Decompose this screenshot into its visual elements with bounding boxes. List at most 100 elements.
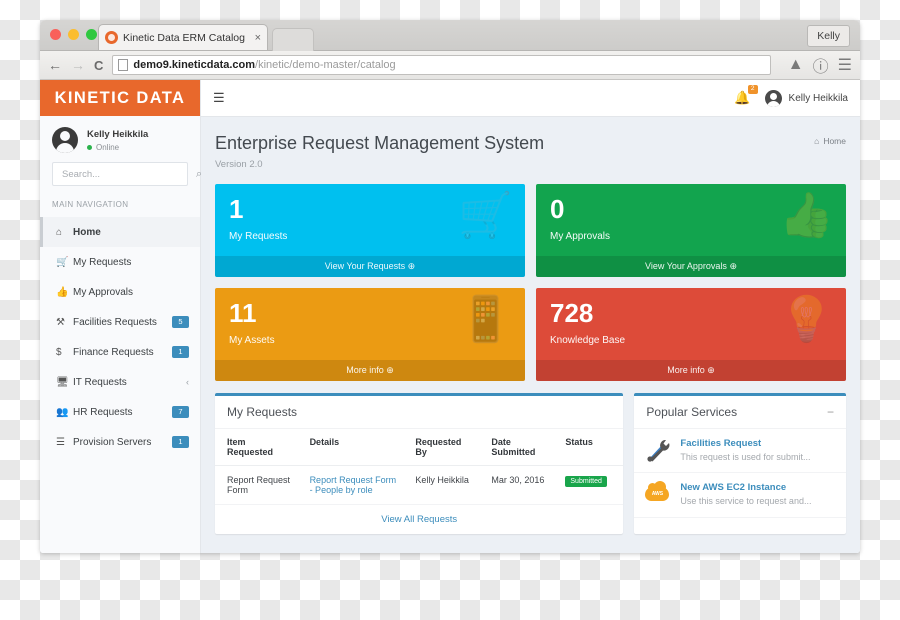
maximize-window-button[interactable] xyxy=(86,29,97,40)
reload-icon[interactable]: C xyxy=(94,59,103,72)
address-bar-url: demo9.kineticdata.com/kinetic/demo-maste… xyxy=(133,59,395,71)
tile-footer-link[interactable]: View Your Requests ⊕ xyxy=(215,256,525,277)
address-bar[interactable]: demo9.kineticdata.com/kinetic/demo-maste… xyxy=(112,55,771,75)
arrow-circle-icon: ⊕ xyxy=(729,261,737,271)
sidebar-user-status-label: Online xyxy=(96,142,120,152)
people-icon: 👥 xyxy=(56,406,69,418)
panel-title: My Requests xyxy=(215,396,624,429)
tab-title: Kinetic Data ERM Catalog xyxy=(123,31,245,44)
avatar xyxy=(52,127,78,153)
nav-heading: MAIN NAVIGATION xyxy=(52,200,129,209)
online-status-icon xyxy=(87,144,92,150)
page-header: Enterprise Request Management System Ver… xyxy=(215,117,846,184)
sidebar-item-hr-requests[interactable]: 👥 HR Requests 7 xyxy=(40,397,200,427)
browser-profile-button[interactable]: Kelly xyxy=(807,25,850,47)
app-topbar: ☰ 🔔 2 Kelly Heikkila xyxy=(201,80,860,117)
stat-tiles: 🛒 1 My Requests View Your Requests ⊕ 👍 0… xyxy=(215,184,846,381)
status-badge: Submitted xyxy=(565,476,607,487)
sidebar-item-label: My Approvals xyxy=(73,286,134,298)
browser-menu-icon[interactable]: ☰ xyxy=(838,55,852,75)
popular-services-panel: Popular Services − Facilities Request Th… xyxy=(634,393,846,534)
sidebar-item-it-requests[interactable]: 🖥 IT Requests ‹ xyxy=(40,367,200,397)
content-scroll-area: Enterprise Request Management System Ver… xyxy=(201,117,860,553)
sidebar-item-provision-servers[interactable]: ☰ Provision Servers 1 xyxy=(40,427,200,457)
tile-footer-link[interactable]: View Your Approvals ⊕ xyxy=(536,256,846,277)
search-input[interactable] xyxy=(60,167,196,181)
sidebar-user-status: Online xyxy=(87,143,148,152)
notification-count-badge: 2 xyxy=(747,85,758,94)
sidebar-user-panel: Kelly Heikkila Online xyxy=(40,116,200,162)
cell-requested-by: Kelly Heikkila xyxy=(403,465,480,505)
tile-footer-label: More info xyxy=(667,365,705,375)
topbar-user-name: Kelly Heikkila xyxy=(788,92,848,104)
collapse-icon[interactable]: − xyxy=(827,405,834,419)
stat-tile-my-requests[interactable]: 🛒 1 My Requests View Your Requests ⊕ xyxy=(215,184,525,277)
dollar-icon: $ xyxy=(56,346,62,358)
back-icon[interactable]: ← xyxy=(48,58,62,72)
cell-details: Report Request Form - People by role xyxy=(297,465,404,505)
view-all-requests-link[interactable]: View All Requests xyxy=(215,505,623,534)
breadcrumb[interactable]: ⌂ Home xyxy=(814,133,846,146)
service-title[interactable]: Facilities Request xyxy=(680,438,810,449)
close-tab-icon[interactable]: × xyxy=(251,32,261,44)
stat-tile-my-approvals[interactable]: 👍 0 My Approvals View Your Approvals ⊕ xyxy=(536,184,846,277)
new-tab-button[interactable] xyxy=(272,28,314,51)
stat-tile-my-assets[interactable]: 📱 11 My Assets More info ⊕ xyxy=(215,288,525,381)
chevron-left-icon: ‹ xyxy=(186,377,189,387)
tile-footer-link[interactable]: More info ⊕ xyxy=(215,360,525,381)
brand-logo[interactable]: KINETIC DATA xyxy=(40,80,200,116)
panel-title: Popular Services xyxy=(646,405,738,419)
sidebar-item-label: HR Requests xyxy=(73,406,133,418)
sidebar-item-my-requests[interactable]: 🛒 My Requests xyxy=(40,247,200,277)
home-icon: ⌂ xyxy=(56,226,63,238)
column-header-status: Status xyxy=(553,429,624,466)
browser-tab[interactable]: Kinetic Data ERM Catalog × xyxy=(98,24,268,50)
panels-row: My Requests Item Requested Details Reque… xyxy=(215,393,846,534)
service-item-facilities-request[interactable]: Facilities Request This request is used … xyxy=(634,429,846,474)
monitor-icon: 🖥 xyxy=(56,376,69,388)
sidebar-item-label: Facilities Requests xyxy=(73,316,157,328)
table-header-row: Item Requested Details Requested By Date… xyxy=(215,429,624,466)
minimize-window-button[interactable] xyxy=(68,29,79,40)
cloud-icon[interactable]: ▲ xyxy=(788,56,804,74)
breadcrumb-label: Home xyxy=(823,136,846,146)
details-link[interactable]: Report Request Form - People by role xyxy=(310,475,397,495)
service-item-new-aws-ec2-instance[interactable]: AWS New AWS EC2 Instance Use this servic… xyxy=(634,473,846,518)
sidebar: KINETIC DATA Kelly Heikkila Online ⌕ MAI xyxy=(40,80,202,553)
sidebar-search: ⌕ xyxy=(40,162,202,198)
arrow-circle-icon: ⊕ xyxy=(386,365,394,375)
sidebar-toggle-icon[interactable]: ☰ xyxy=(213,90,225,106)
close-window-button[interactable] xyxy=(50,29,61,40)
status-badge: 1 xyxy=(172,346,189,358)
main-content: ☰ 🔔 2 Kelly Heikkila Enterprise Request … xyxy=(201,80,860,553)
sidebar-item-label: Home xyxy=(73,226,101,238)
sidebar-item-finance-requests[interactable]: $ Finance Requests 1 xyxy=(40,337,200,367)
browser-toolbar: ← → C demo9.kineticdata.com/kinetic/demo… xyxy=(40,51,860,80)
browser-tab-bar: Kinetic Data ERM Catalog × Kelly xyxy=(40,20,860,51)
topbar-user-menu[interactable]: Kelly Heikkila xyxy=(764,89,848,107)
column-header-date: Date Submitted xyxy=(479,429,554,466)
forward-icon[interactable]: → xyxy=(71,58,85,72)
column-header-details: Details xyxy=(297,429,404,466)
my-requests-panel: My Requests Item Requested Details Reque… xyxy=(215,393,624,534)
tile-footer-link[interactable]: More info ⊕ xyxy=(536,360,846,381)
arrow-circle-icon: ⊕ xyxy=(707,365,715,375)
requests-table: Item Requested Details Requested By Date… xyxy=(215,429,624,505)
sidebar-item-my-approvals[interactable]: 👍 My Approvals xyxy=(40,277,200,307)
window-controls xyxy=(50,29,97,40)
url-path: /kinetic/demo-master/catalog xyxy=(255,59,396,71)
service-title[interactable]: New AWS EC2 Instance xyxy=(680,482,811,493)
sidebar-item-facilities-requests[interactable]: ⚒ Facilities Requests 5 xyxy=(40,307,200,337)
search-box: ⌕ xyxy=(52,162,202,186)
avatar xyxy=(764,89,782,107)
sidebar-item-home[interactable]: ⌂ Home xyxy=(40,217,200,247)
thumbs-up-icon: 👍 xyxy=(56,286,69,298)
stat-tile-knowledge-base[interactable]: 💡 728 Knowledge Base More info ⊕ xyxy=(536,288,846,381)
tile-footer-label: More info xyxy=(346,365,384,375)
sidebar-item-label: Finance Requests xyxy=(73,346,154,358)
info-icon[interactable]: ⓘ xyxy=(813,53,829,77)
wrench-icon: ⚒ xyxy=(56,316,65,328)
sidebar-item-label: IT Requests xyxy=(73,376,127,388)
notifications-bell-icon[interactable]: 🔔 2 xyxy=(734,85,758,106)
url-domain: demo9.kineticdata.com xyxy=(133,59,256,71)
